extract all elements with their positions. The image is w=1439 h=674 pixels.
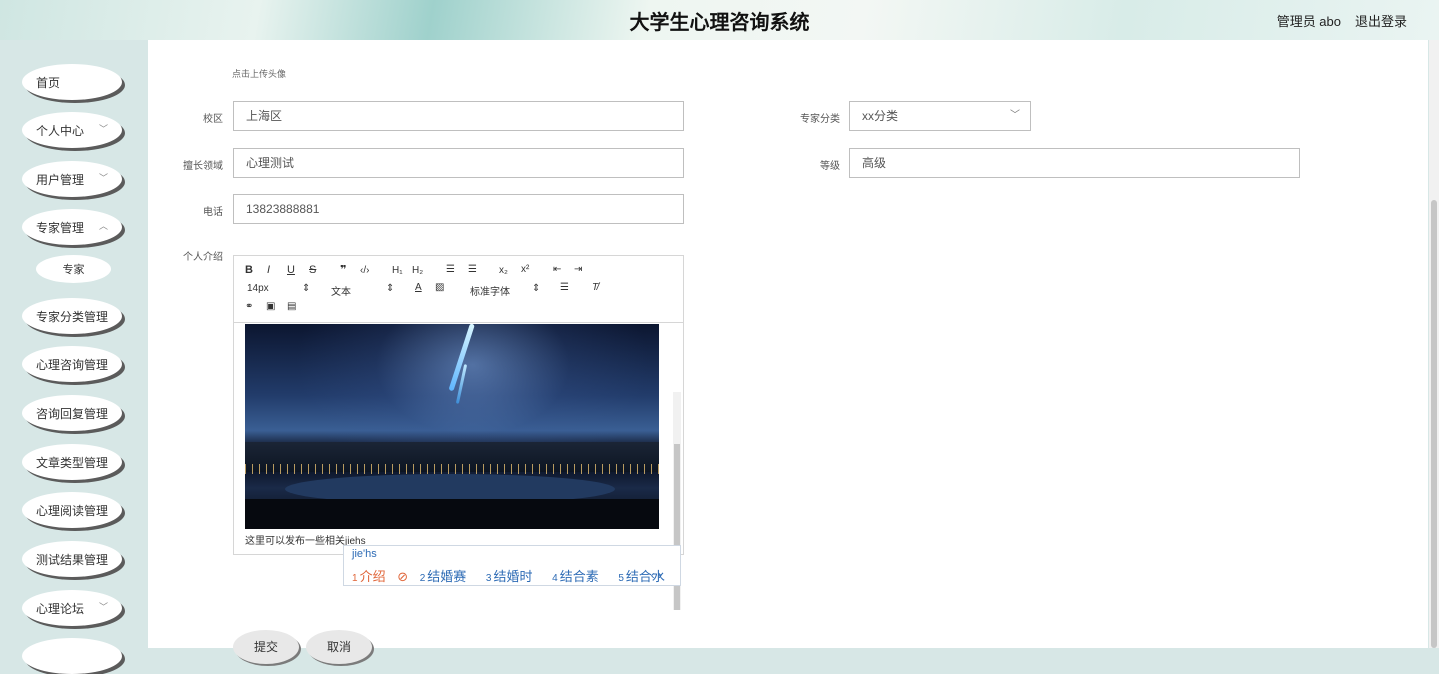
sidebar-item-test-results[interactable]: 测试结果管理: [22, 541, 122, 577]
align-icon[interactable]: ☰: [560, 282, 569, 293]
link-icon[interactable]: ⚭: [245, 301, 253, 312]
bullet-list-icon[interactable]: ☰: [468, 264, 477, 275]
sidebar-item-user-management[interactable]: 用户管理 ﹀: [22, 161, 122, 197]
ime-pager-icon[interactable]: ‹ ›: [651, 568, 662, 582]
top-header: 大学生心理咨询系统 管理员 abo 退出登录: [0, 0, 1439, 40]
sidebar-item-personal-center[interactable]: 个人中心 ﹀: [22, 112, 122, 148]
ime-candidates: 1 介绍 ⊘ 2 结婚赛 3 结婚时 4 结合素 5 结合水: [352, 566, 681, 585]
sidebar-item-label: 心理阅读管理: [36, 503, 109, 518]
subscript-icon[interactable]: x₂: [499, 265, 508, 276]
ime-candidate-3[interactable]: 3 结婚时: [486, 569, 541, 584]
sidebar-item-forum[interactable]: 心理论坛 ﹀: [22, 590, 122, 626]
h1-icon[interactable]: H₁: [392, 265, 403, 276]
campus-label: 校区: [203, 114, 223, 125]
chevron-down-icon: ﹀: [98, 124, 108, 134]
sidebar-item-label: 心理论坛: [36, 601, 85, 616]
ime-candidate-1[interactable]: 1 介绍 ⊘: [352, 569, 408, 584]
bold-icon[interactable]: B: [245, 264, 253, 276]
background-color-icon[interactable]: ▨: [435, 282, 444, 293]
sidebar-item-label: 个人中心: [36, 123, 85, 138]
code-icon[interactable]: ‹/›: [360, 265, 369, 276]
cancel-button[interactable]: 取消: [306, 630, 372, 664]
font-size-chevron-icon: ⇕: [302, 283, 311, 294]
sidebar-item-label: 咨询回复管理: [36, 406, 109, 421]
level-label: 等级: [820, 161, 840, 172]
specialty-label: 擅长领域: [183, 161, 223, 172]
sidebar-item-label: 专家: [62, 264, 85, 276]
sidebar-item-more[interactable]: [22, 638, 122, 674]
clear-format-icon[interactable]: T̸: [592, 282, 598, 293]
editor-content[interactable]: 这里可以发布一些相关jiehs: [234, 322, 683, 610]
current-user: 管理员 abo: [1276, 14, 1341, 29]
font-color-icon[interactable]: A: [415, 282, 422, 293]
sidebar-item-label: 用户管理: [36, 172, 85, 187]
ime-composition: jie'hs: [352, 548, 377, 560]
ime-candidate-window: jie'hs 1 介绍 ⊘ 2 结婚赛 3 结婚时 4 结合素 5 结合水 ‹ ›: [343, 545, 681, 586]
upload-avatar-hint[interactable]: 点击上传头像: [232, 67, 286, 80]
ime-candidate-4[interactable]: 4 结合素: [552, 569, 607, 584]
campus-field[interactable]: 上海区: [233, 101, 684, 131]
page-scrollbar[interactable]: [1429, 40, 1439, 648]
font-family-chevron-icon: ⇕: [532, 283, 541, 294]
font-family-select[interactable]: 标准字体: [470, 283, 510, 298]
sidebar-item-label: 专家分类管理: [36, 309, 109, 324]
level-field[interactable]: 高级: [849, 148, 1300, 178]
sidebar-item-home[interactable]: 首页: [22, 64, 122, 100]
chevron-up-icon: ︿: [98, 221, 108, 231]
phone-label: 电话: [203, 207, 223, 218]
h2-icon[interactable]: H₂: [412, 265, 423, 276]
sidebar: 首页 个人中心 ﹀ 用户管理 ﹀ 专家管理 ︿ 专家 专家分类管理 心理咨询管理 咨询…: [0, 40, 148, 674]
expert-category-value: xx分类: [862, 109, 899, 123]
editor-toolbar: B I U S ❞ ‹/› H₁ H₂ ☰ ☰ x₂ x² ⇤ ⇥ 14px ⇕…: [234, 256, 683, 323]
strike-icon[interactable]: S: [309, 264, 316, 276]
specialty-field[interactable]: 心理测试: [233, 148, 684, 178]
sidebar-item-reply[interactable]: 咨询回复管理: [22, 395, 122, 431]
expert-category-select[interactable]: xx分类 ﹀: [849, 101, 1031, 131]
foreground: [245, 499, 659, 529]
city-lights: [245, 464, 659, 474]
app-title: 大学生心理咨询系统: [629, 12, 810, 34]
chevron-down-icon: ﹀: [98, 602, 108, 612]
video-icon[interactable]: ▤: [287, 301, 296, 312]
ime-candidate-5[interactable]: 5 结合水: [618, 569, 673, 584]
intro-editor[interactable]: B I U S ❞ ‹/› H₁ H₂ ☰ ☰ x₂ x² ⇤ ⇥ 14px ⇕…: [233, 255, 684, 610]
outdent-icon[interactable]: ⇤: [553, 264, 561, 275]
logout-link[interactable]: 退出登录: [1355, 11, 1407, 30]
image-icon[interactable]: ▣: [266, 301, 275, 312]
chevron-down-icon: ﹀: [1010, 110, 1020, 121]
sidebar-item-label: 心理咨询管理: [36, 357, 109, 372]
sidebar-item-label: 首页: [36, 75, 61, 90]
expert-category-label: 专家分类: [800, 114, 840, 125]
sidebar-item-expert-category[interactable]: 专家分类管理: [22, 298, 122, 334]
header-chevron-icon: ⇕: [386, 283, 395, 294]
blockquote-icon[interactable]: ❞: [340, 263, 346, 276]
sidebar-item-article-type[interactable]: 文章类型管理: [22, 444, 122, 480]
sidebar-subitem-expert[interactable]: 专家: [36, 255, 111, 283]
underline-icon[interactable]: U: [287, 264, 295, 276]
font-size-select[interactable]: 14px: [247, 283, 269, 294]
sidebar-item-expert-management[interactable]: 专家管理 ︿: [22, 209, 122, 245]
intro-label: 个人介绍: [183, 252, 223, 263]
sidebar-item-reading[interactable]: 心理阅读管理: [22, 492, 122, 528]
superscript-icon[interactable]: x²: [521, 264, 529, 275]
chevron-down-icon: ﹀: [98, 173, 108, 183]
inserted-night-sky-image: [245, 324, 659, 529]
sidebar-item-label: 测试结果管理: [36, 552, 109, 567]
indent-icon[interactable]: ⇥: [574, 264, 582, 275]
submit-button[interactable]: 提交: [233, 630, 299, 664]
header-select[interactable]: 文本: [331, 283, 351, 298]
italic-icon[interactable]: I: [267, 264, 270, 276]
ime-candidate-2[interactable]: 2 结婚赛: [420, 569, 475, 584]
sidebar-item-consultation[interactable]: 心理咨询管理: [22, 346, 122, 382]
phone-field[interactable]: 13823888881: [233, 194, 684, 224]
sidebar-item-label: 专家管理: [36, 220, 85, 235]
sidebar-item-label: 文章类型管理: [36, 455, 109, 470]
ordered-list-icon[interactable]: ☰: [446, 264, 455, 275]
page-scrollbar-thumb[interactable]: [1431, 200, 1437, 648]
